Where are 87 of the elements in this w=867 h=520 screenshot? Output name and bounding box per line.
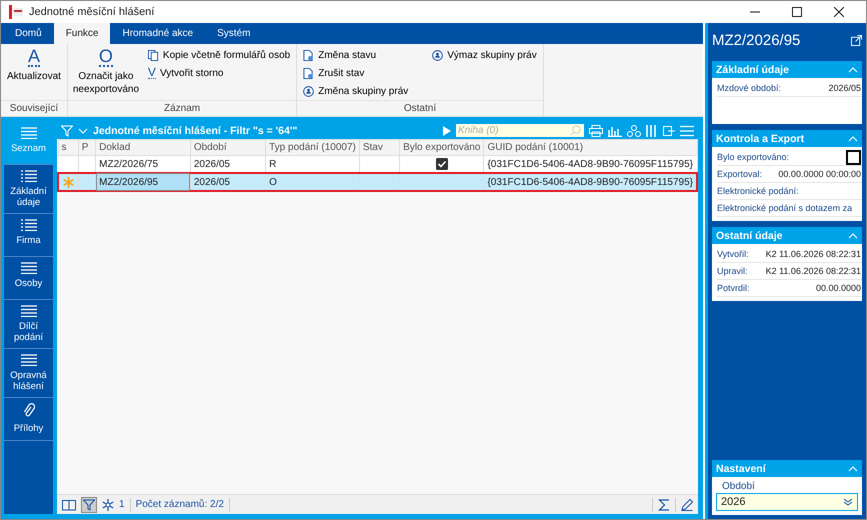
ribbon-tab[interactable]: Funkce: [54, 23, 110, 44]
record-title: MZ2/2026/95: [712, 32, 800, 48]
column-header[interactable]: Typ podání (10007): [266, 140, 360, 156]
print-icon[interactable]: [589, 124, 603, 136]
group-title: Ostatní: [297, 100, 543, 116]
field-label: Elektronické podání s dotazem za: [717, 203, 852, 213]
column-header[interactable]: Bylo exportováno: [400, 140, 484, 156]
table-cell: {031FC1D6-5406-4AD8-9B90-76095F115795}: [484, 173, 697, 191]
field-label: Potvrdil:: [717, 283, 750, 293]
collapse-icon: [848, 232, 858, 238]
ribbon-button[interactable]: V Vytvořit storno: [146, 65, 292, 81]
paperclip-icon: [22, 403, 34, 419]
ribbon-tab[interactable]: Systém: [205, 23, 262, 44]
lines-icon: [20, 127, 36, 139]
lines-icon: [20, 262, 36, 274]
field-label: Období: [721, 481, 756, 492]
copy-icon: [148, 50, 159, 60]
ribbon-button[interactable]: Výmaz skupiny práv: [430, 47, 539, 63]
chevron-down-icon[interactable]: [78, 128, 88, 134]
field-value: K2 11.06.2026 08:22:31: [766, 266, 861, 276]
document-icon: [303, 68, 314, 78]
ribbon-button[interactable]: Změna stavu: [301, 47, 410, 63]
document-icon: [303, 50, 314, 60]
group-title: Záznam: [68, 100, 296, 116]
field-label: Upravil:: [717, 266, 748, 276]
column-header[interactable]: Stav: [359, 140, 400, 156]
ribbon-tab[interactable]: Hromadné akce: [110, 23, 206, 44]
group-icon: [303, 86, 314, 96]
filter-count: 1: [119, 499, 125, 510]
ribbon-button[interactable]: Zrušit stav: [301, 65, 410, 81]
table-title: Jednotné měsíční hlášení - Filtr "s = '64'": [93, 124, 298, 136]
chart-icon[interactable]: [608, 124, 622, 136]
column-header[interactable]: Období: [190, 140, 266, 156]
search-icon: [570, 125, 581, 136]
field-label: Bylo exportováno:: [717, 152, 790, 162]
checkbox-checked[interactable]: [436, 158, 448, 170]
table-row[interactable]: MZ2/2026/95 2026/05 O {031FC1D6-5406-4AD8-9B90-76095F115795}: [58, 173, 697, 191]
group-icon: [432, 50, 444, 60]
lines-icon: [20, 354, 36, 366]
field-value: 00.00.0000 00:00:00: [778, 169, 861, 179]
window-title: Jednotné měsíční hlášení: [29, 6, 154, 18]
maximize-icon[interactable]: [792, 7, 802, 17]
field-value: 00.00.0000: [816, 283, 861, 293]
columns-icon[interactable]: [646, 124, 658, 136]
app-icon: [9, 5, 23, 19]
record-count: Počet záznamů: 2/2: [136, 499, 224, 510]
table-cell: MZ2/2026/95: [96, 173, 190, 191]
export-icon[interactable]: [663, 124, 675, 136]
period-dropdown[interactable]: 2026: [716, 493, 858, 511]
hierarchy-icon[interactable]: [627, 124, 641, 136]
sigma-icon[interactable]: [658, 498, 670, 510]
menu-icon[interactable]: [680, 124, 694, 136]
ribbon-button[interactable]: A Aktualizovat: [5, 47, 63, 100]
close-icon[interactable]: [834, 7, 844, 17]
checkbox[interactable]: [846, 150, 861, 164]
snowflake-icon[interactable]: [102, 498, 114, 510]
collapse-icon: [848, 466, 858, 472]
filter-button[interactable]: [81, 496, 97, 512]
popout-icon[interactable]: [851, 34, 862, 46]
list-icon: [20, 170, 36, 182]
ribbon-button[interactable]: Kopie včetně formulářů osob: [146, 47, 292, 63]
search-field[interactable]: Kniha (0): [456, 124, 584, 137]
column-header[interactable]: GUID podání (10001): [484, 140, 697, 156]
lines-icon: [20, 305, 36, 317]
collapse-icon: [848, 136, 858, 142]
field-value: K2 11.06.2026 08:22:31: [766, 249, 861, 259]
field-label: Mzdové období:: [717, 83, 782, 93]
dropdown-icon: [843, 498, 853, 506]
play-icon[interactable]: [443, 126, 451, 136]
column-header[interactable]: s: [58, 140, 78, 156]
field-value: 2026/05: [828, 83, 861, 93]
filter-icon[interactable]: [61, 124, 73, 136]
pencil-icon[interactable]: [681, 498, 693, 510]
column-header[interactable]: Doklad: [96, 140, 190, 156]
field-label: Elektronické podání:: [717, 186, 799, 196]
ribbon-button[interactable]: O Označit jako neexportováno: [72, 47, 140, 100]
list-icon: [20, 219, 36, 231]
book-icon[interactable]: [62, 498, 76, 510]
field-label: Vytvořil:: [717, 249, 749, 259]
field-label: Exportoval:: [717, 169, 762, 179]
table-cell: O: [266, 173, 360, 191]
group-title: Související: [1, 100, 67, 116]
column-header[interactable]: P: [78, 140, 96, 156]
ribbon-tab[interactable]: Domů: [3, 23, 54, 44]
ribbon-button[interactable]: Změna skupiny práv: [301, 83, 410, 99]
collapse-icon: [848, 66, 858, 72]
table-cell: 2026/05: [190, 173, 266, 191]
